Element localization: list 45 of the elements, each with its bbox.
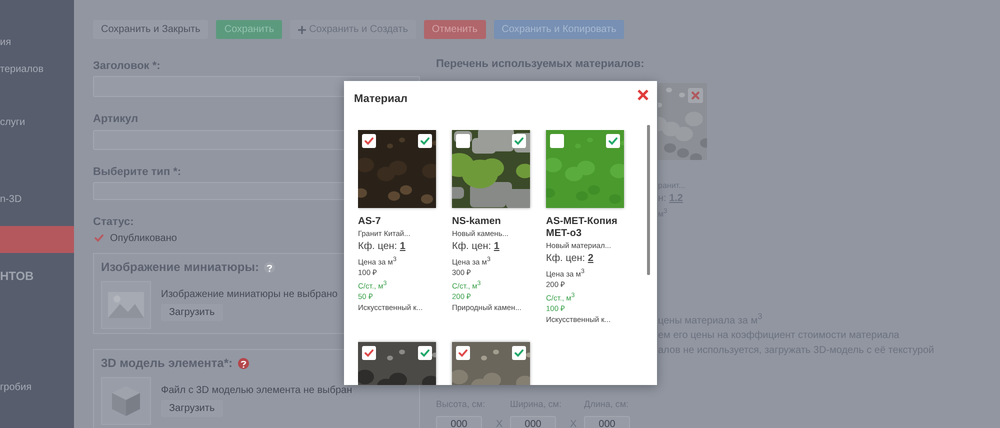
sidebar-item[interactable]: гробия (0, 380, 74, 396)
sidebar-item[interactable]: слуги (0, 115, 74, 131)
help-icon[interactable] (264, 262, 275, 273)
checkbox[interactable] (93, 232, 105, 244)
upload-status: Файл с 3D моделью элемента не выбран (161, 385, 352, 396)
checkbox[interactable] (362, 346, 376, 360)
coef-value: 1 (400, 241, 406, 252)
close-icon[interactable] (637, 89, 649, 101)
material-name: NS-kamen (452, 216, 502, 228)
help-icon[interactable] (238, 358, 249, 369)
checkbox[interactable] (456, 346, 470, 360)
dimension-field[interactable]: 000 (510, 416, 556, 428)
coef-value: 2 (588, 253, 594, 264)
upload-status: Изображение миниатюры не выбрано (161, 289, 338, 300)
checkbox[interactable] (418, 134, 432, 148)
coef-label: Кф. цен: (358, 241, 398, 252)
checkbox[interactable] (606, 134, 620, 148)
cube-icon (111, 385, 141, 417)
coef-label: Кф. цен: (452, 241, 492, 252)
checkbox-label: Опубликовано (110, 232, 177, 244)
toolbar-button[interactable]: Сохранить и Закрыть (93, 20, 208, 39)
image-placeholder-icon (108, 292, 144, 318)
upload-button[interactable]: Загрузить (161, 304, 223, 321)
coef-value: 1 (494, 241, 500, 252)
dimension-field[interactable]: 000 (584, 416, 630, 428)
checkbox[interactable] (362, 134, 376, 148)
remove-button[interactable] (688, 88, 703, 103)
toolbar-button[interactable]: Отменить (424, 20, 486, 39)
material-name: AS-MET-Копия MET-o3 (546, 216, 618, 240)
sidebar-heading: НТОВ (0, 268, 35, 284)
checkbox[interactable] (550, 134, 564, 148)
checkbox[interactable] (418, 346, 432, 360)
sidebar-item[interactable]: ия (0, 35, 74, 51)
coef-label: Кф. цен: (546, 253, 586, 264)
sidebar-item[interactable]: n-3D (0, 192, 74, 208)
material-name: AS-7 (358, 216, 382, 228)
plus-icon (298, 26, 306, 34)
checkbox[interactable] (512, 346, 526, 360)
scrollbar[interactable] (647, 125, 650, 275)
checkbox[interactable] (456, 134, 470, 148)
modal-title: Материал (354, 93, 408, 105)
sidebar-item[interactable]: териалов (0, 62, 74, 78)
checkbox[interactable] (512, 134, 526, 148)
upload-button[interactable]: Загрузить (161, 400, 223, 417)
dimension-field[interactable]: 000 (436, 416, 482, 428)
